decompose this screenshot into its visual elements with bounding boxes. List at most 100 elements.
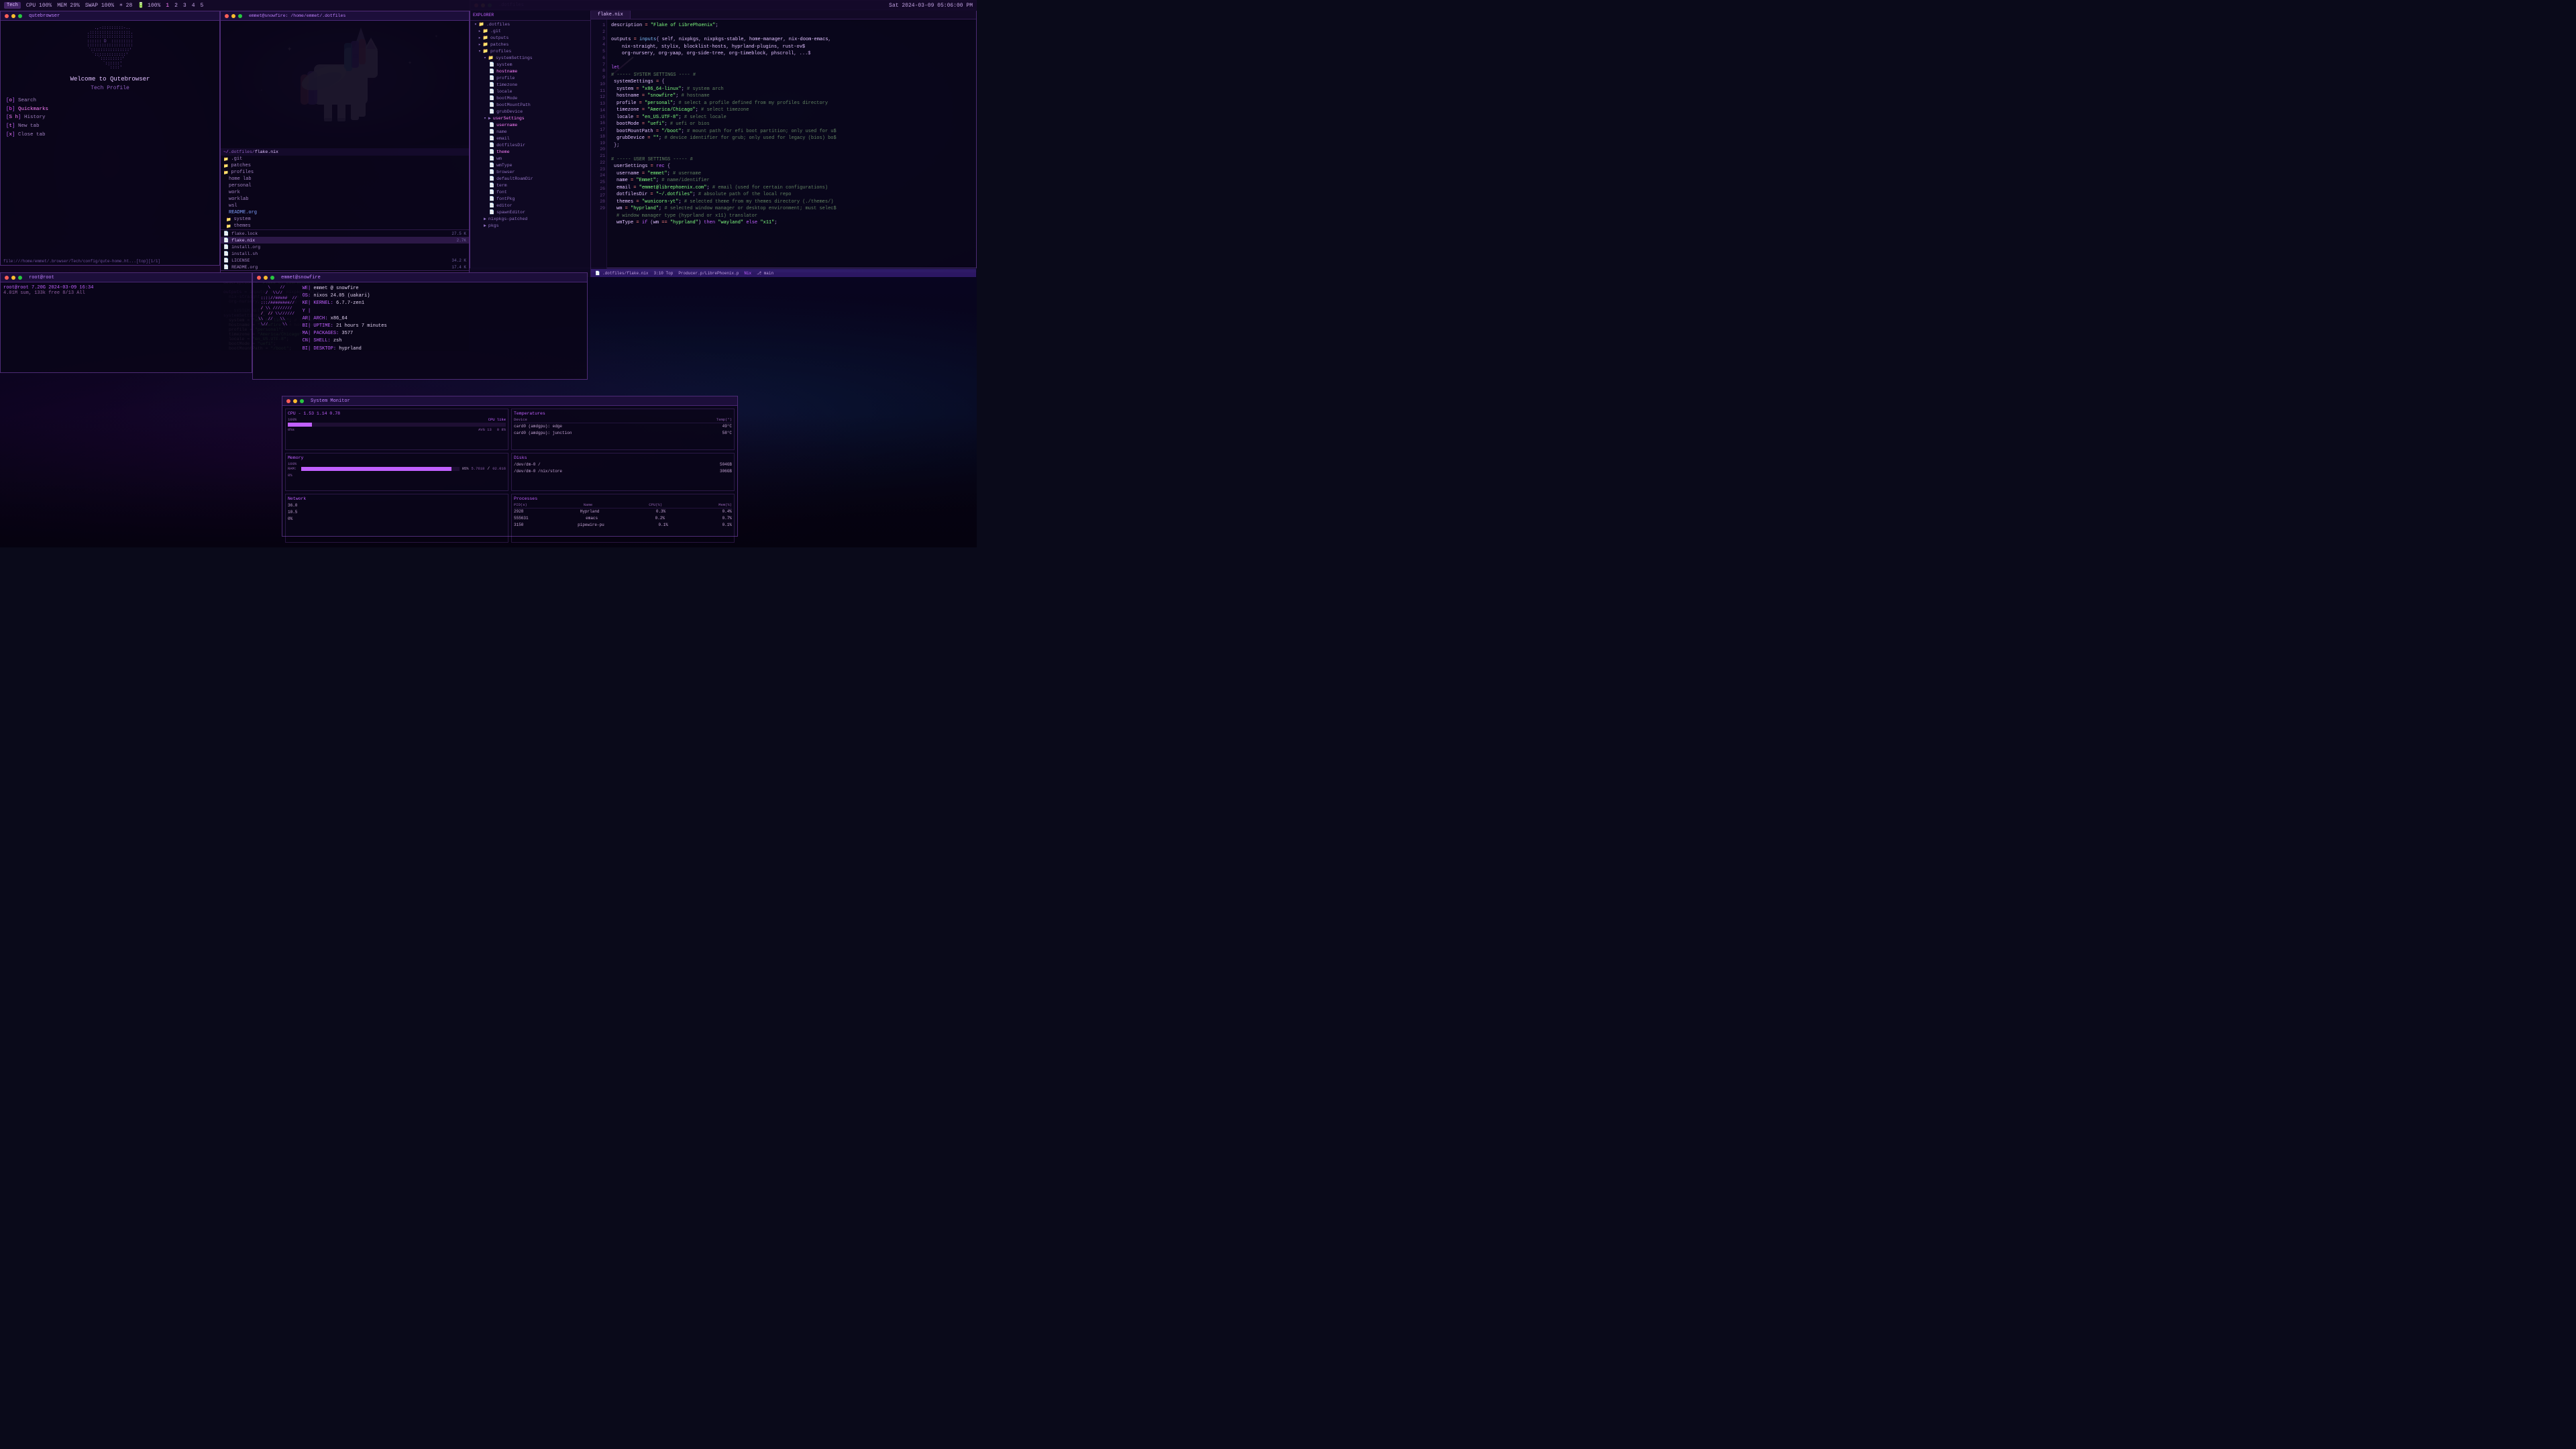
qutebrowser-titlebar: qutebrowser: [1, 11, 219, 21]
qutebrowser-min-btn[interactable]: [11, 14, 15, 18]
neofetch-titlebar: emmet@snowfire: [253, 273, 587, 282]
file-row-profiles[interactable]: 📁profiles: [221, 169, 469, 176]
tree-sys-hostname[interactable]: 📄hostname: [470, 68, 590, 74]
file-row-homelab[interactable]: home lab: [221, 176, 469, 182]
file-manager-close-btn[interactable]: [225, 14, 229, 18]
workspace-4[interactable]: 4: [192, 3, 195, 9]
tree-usr-email[interactable]: 📄email: [470, 135, 590, 142]
status-bar-left: Tech CPU 100% MEM 29% SWAP 100% ☀ 28 🔋 1…: [4, 2, 883, 9]
file-row-work[interactable]: work: [221, 189, 469, 196]
tree-usr-browser[interactable]: 📄browser: [470, 168, 590, 175]
sysmon-temp-section: Temperatures DeviceTemp(°) card0 (amdgpu…: [511, 409, 735, 450]
small-terminal-min-btn[interactable]: [11, 276, 15, 280]
file-row-patches[interactable]: 📁patches: [221, 162, 469, 169]
qute-menu-history[interactable]: [S h] History: [6, 113, 214, 122]
detail-installsh[interactable]: 📄install.sh: [221, 250, 469, 257]
tree-patches[interactable]: ▸📁patches: [470, 41, 590, 48]
sysmon-net-up: 36.0: [288, 502, 506, 509]
tree-pkgs[interactable]: ▶pkgs: [470, 222, 590, 229]
file-row-readme1[interactable]: README.org: [221, 209, 469, 216]
file-row-dotgit[interactable]: 📁.git: [221, 156, 469, 162]
tree-profiles[interactable]: ▾📁profiles: [470, 48, 590, 54]
nf-user: WE| emmet @ snowfire: [303, 285, 582, 292]
sysmon-proc-entries: 2928Hyprland0.3%0.4% 555631emacs0.2%0.7%…: [514, 508, 732, 529]
tree-usr-theme[interactable]: 📄theme: [470, 148, 590, 155]
sysmon-disk-section: Disks /dev/dm-0 /504GB /dev/dm-0 /nix/st…: [511, 453, 735, 491]
editor-statusbar: 📄 .dotfiles/flake.nix 3:10 Top Producer.…: [591, 269, 976, 277]
tree-sys-locale[interactable]: 📄locale: [470, 88, 590, 95]
tree-usr-defaultroam[interactable]: 📄defaultRoamDir: [470, 175, 590, 182]
file-row-worklab[interactable]: worklab: [221, 196, 469, 203]
tree-usr-term[interactable]: 📄term: [470, 182, 590, 189]
detail-flakenix[interactable]: 📄flake.nix2.7K: [221, 237, 469, 244]
sysmon-disk-nix: /dev/dm-0 /nix/store306GB: [514, 468, 732, 475]
status-bar-right: Sat 2024-03-09 05:06:00 PM: [889, 3, 973, 9]
small-terminal-close-btn[interactable]: [5, 276, 9, 280]
tree-sys-bootmode[interactable]: 📄bootMode: [470, 95, 590, 101]
tree-usersettings[interactable]: ▾▶userSettings: [470, 115, 590, 121]
workspace-3[interactable]: 3: [183, 3, 186, 9]
tree-usr-name[interactable]: 📄name: [470, 128, 590, 135]
file-manager-titlebar: emmet@snowfire: /home/emmet/.dotfiles: [221, 11, 469, 21]
file-row-themes[interactable]: 📁themes: [221, 223, 469, 229]
tree-sys-bootmount[interactable]: 📄bootMountPath: [470, 101, 590, 108]
tree-sys-grub[interactable]: 📄grubDevice: [470, 108, 590, 115]
tree-usr-spawnedit[interactable]: 📄spawnEditor: [470, 209, 590, 215]
detail-license[interactable]: 📄LICENSE34.2 K: [221, 257, 469, 264]
workspace-5[interactable]: 5: [201, 3, 204, 9]
qutebrowser-max-btn[interactable]: [18, 14, 22, 18]
sysmon-proc-emacs: 555631emacs0.2%0.7%: [514, 515, 732, 522]
sysmon-cpu-bar-wrap: 100%CPU like 0%s AVG 13 0 8%: [288, 417, 506, 432]
sysmon-disk-title: Disks: [514, 455, 732, 460]
sysmon-cpu-title: CPU - 1.53 1.14 0.78: [288, 411, 506, 416]
editor-main: flake.nix 123456789101112131415161718192…: [591, 10, 976, 277]
tree-sys-profile[interactable]: 📄profile: [470, 74, 590, 81]
detail-flakelock[interactable]: 📄flake.lock27.5 K: [221, 230, 469, 237]
workspace-2[interactable]: 2: [174, 3, 178, 9]
tree-usr-editor[interactable]: 📄editor: [470, 202, 590, 209]
tree-outputs[interactable]: ▸📁outputs: [470, 34, 590, 41]
tree-sys-system[interactable]: 📄system: [470, 61, 590, 68]
qute-menu-closetab[interactable]: [x] Close tab: [6, 131, 214, 140]
file-row-wsl[interactable]: wsl: [221, 203, 469, 209]
editor-code-area[interactable]: 1234567891011121314151617181920212223242…: [591, 19, 976, 269]
small-terminal-content: root@root 7.20G 2024-03-09 16:34 4.01M s…: [1, 282, 252, 372]
sysmon-max-btn[interactable]: [300, 399, 304, 403]
tree-dotfiles-root[interactable]: ▾📁.dotfiles: [470, 21, 590, 28]
file-manager-max-btn[interactable]: [238, 14, 242, 18]
qute-menu-search[interactable]: [o] Search: [6, 97, 214, 105]
neofetch-close-btn[interactable]: [257, 276, 261, 280]
neofetch-min-btn[interactable]: [264, 276, 268, 280]
tree-systemsettings[interactable]: ▾📁systemSettings: [470, 54, 590, 61]
qute-menu-quickmarks[interactable]: [b] Quickmarks: [6, 105, 214, 114]
detail-readme[interactable]: 📄README.org17.4 K: [221, 264, 469, 270]
sysmon-close-btn[interactable]: [286, 399, 290, 403]
editor-tab-flakenix[interactable]: flake.nix: [591, 10, 631, 19]
workspace-1[interactable]: 1: [166, 3, 169, 9]
tree-usr-username[interactable]: 📄username: [470, 121, 590, 128]
sysmon-min-btn[interactable]: [293, 399, 297, 403]
qute-menu-newtab[interactable]: [t] New tab: [6, 122, 214, 131]
editor-status-file: 📄 .dotfiles/flake.nix: [595, 271, 649, 276]
small-terminal-max-btn[interactable]: [18, 276, 22, 280]
sysmon-proc-title: Processes: [514, 496, 732, 501]
tree-usr-wmtype[interactable]: 📄wmType: [470, 162, 590, 168]
file-row-personal[interactable]: personal: [221, 182, 469, 189]
detail-installorg[interactable]: 📄install.org: [221, 244, 469, 250]
status-cpu: CPU 100%: [26, 3, 52, 9]
nf-uptime: BI| UPTIME: 21 hours 7 minutes: [303, 323, 582, 330]
sysmon-titlebar: System Monitor: [282, 396, 737, 406]
code-editor-window: .dotfiles EXPLORER ▾📁.dotfiles ▸📁.git ▸📁…: [470, 0, 977, 268]
tree-usr-wm[interactable]: 📄wm: [470, 155, 590, 162]
tree-usr-font[interactable]: 📄font: [470, 189, 590, 195]
tree-nixpkgs-patched[interactable]: ▶nixpkgs-patched: [470, 215, 590, 222]
tree-git[interactable]: ▸📁.git: [470, 28, 590, 34]
sysmon-temp-edge: card0 (amdgpu): edge49°C: [514, 423, 732, 430]
tree-usr-fontpkg[interactable]: 📄fontPkg: [470, 195, 590, 202]
qutebrowser-close-btn[interactable]: [5, 14, 9, 18]
neofetch-max-btn[interactable]: [270, 276, 274, 280]
file-manager-min-btn[interactable]: [231, 14, 235, 18]
tree-usr-dotfilesdir[interactable]: 📄dotfilesDir: [470, 142, 590, 148]
file-row-system[interactable]: 📁system: [221, 216, 469, 223]
tree-sys-timezone[interactable]: 📄timezone: [470, 81, 590, 88]
